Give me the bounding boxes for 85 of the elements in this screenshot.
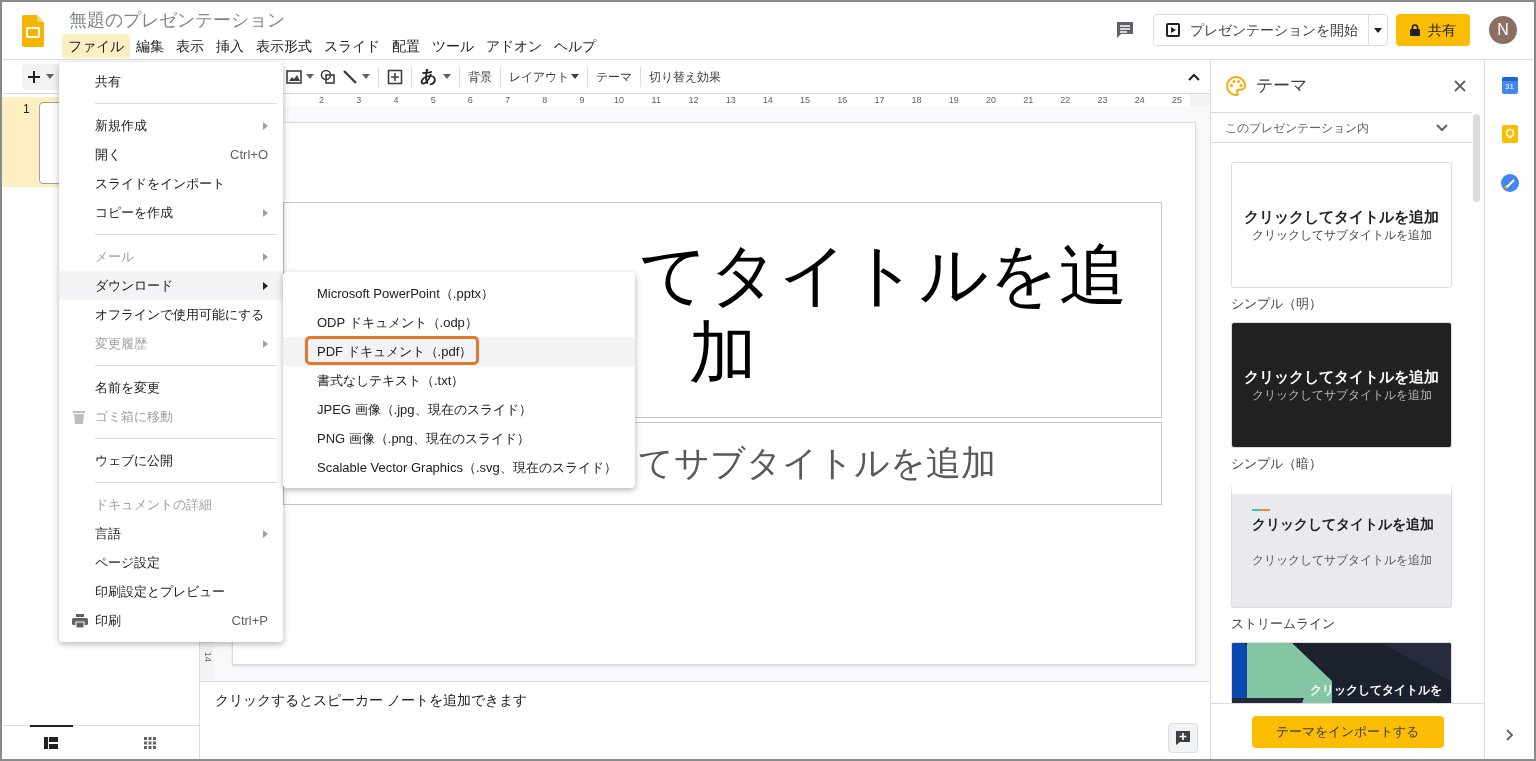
theme-card[interactable]: クリックしてタイトルを bbox=[1231, 642, 1452, 703]
toolbar-button[interactable]: レイアウト bbox=[506, 64, 582, 89]
ruler-number: 14 bbox=[201, 652, 214, 662]
toolbar-button[interactable]: テーマ bbox=[593, 64, 635, 89]
ruler-number: 15 bbox=[799, 94, 812, 106]
ruler-number: 4 bbox=[392, 94, 400, 106]
menu-bar-item[interactable]: 表示形式 bbox=[250, 34, 318, 58]
menu-bar-item[interactable]: 挿入 bbox=[210, 34, 250, 58]
ruler-number: 18 bbox=[910, 94, 923, 106]
theme-name: シンプル（暗） bbox=[1231, 457, 1323, 471]
title-text-line: 加 bbox=[688, 313, 757, 391]
ruler-number: 17 bbox=[873, 94, 886, 106]
share-button[interactable]: 共有 bbox=[1396, 14, 1470, 46]
menu-item[interactable]: 名前を変更 bbox=[59, 373, 283, 402]
panel-title: テーマ bbox=[1256, 75, 1307, 98]
menu-item[interactable]: ダウンロード bbox=[59, 271, 283, 300]
menu-item[interactable]: コピーを作成 bbox=[59, 198, 283, 227]
card-title: クリックしてタイトルを追加 bbox=[1244, 367, 1439, 387]
ruler-number: 20 bbox=[984, 94, 997, 106]
input-tools-button[interactable]: あ bbox=[417, 64, 454, 89]
ruler-number: 11 bbox=[650, 94, 662, 106]
menu-item[interactable]: Scalable Vector Graphics（.svg、現在のスライド） bbox=[283, 453, 635, 482]
ruler-number: 21 bbox=[1022, 94, 1035, 106]
menu-item[interactable]: 印刷設定とプレビュー bbox=[59, 577, 283, 606]
menu-bar-item[interactable]: スライド bbox=[318, 34, 386, 58]
menu-bar-item[interactable]: ヘルプ bbox=[548, 34, 602, 58]
menu-bar-item[interactable]: 表示 bbox=[170, 34, 210, 58]
theme-card[interactable]: クリックしてタイトルを追加 クリックしてサブタイトルを追加 bbox=[1231, 482, 1452, 608]
menu-item[interactable]: 言語 bbox=[59, 519, 283, 548]
calendar-icon[interactable]: 31 bbox=[1501, 77, 1518, 94]
menu-item[interactable]: Microsoft PowerPoint（.pptx） bbox=[283, 279, 635, 308]
ruler-number: 5 bbox=[429, 94, 437, 106]
menu-bar-item[interactable]: ファイル bbox=[62, 34, 130, 58]
present-button[interactable]: プレゼンテーションを開始 bbox=[1154, 15, 1368, 45]
toolbar-button[interactable]: 切り替え効果 bbox=[646, 64, 724, 89]
ruler-number: 8 bbox=[541, 94, 549, 106]
menu-item[interactable]: ODP ドキュメント（.odp） bbox=[283, 308, 635, 337]
ruler-number: 3 bbox=[355, 94, 363, 106]
menu-item[interactable]: ウェブに公開 bbox=[59, 446, 283, 475]
menu-item[interactable]: 書式なしテキスト（.txt） bbox=[283, 366, 635, 395]
ruler-number: 2 bbox=[318, 94, 326, 106]
menu-bar-item[interactable]: 編集 bbox=[130, 34, 170, 58]
card-subtitle: クリックしてサブタイトルを追加 bbox=[1251, 227, 1432, 243]
toolbar-button[interactable]: 背景 bbox=[465, 64, 495, 89]
document-title[interactable]: 無題のプレゼンテーション bbox=[62, 8, 602, 32]
speaker-notes-field[interactable]: クリックするとスピーカー ノートを追加できます bbox=[215, 690, 527, 711]
ruler-number: 12 bbox=[687, 94, 700, 106]
ruler-number: 24 bbox=[1133, 94, 1146, 106]
menu-item[interactable]: オフラインで使用可能にする bbox=[59, 300, 283, 329]
ruler-number: 23 bbox=[1096, 94, 1109, 106]
theme-filter-dropdown[interactable]: このプレゼンテーション内 bbox=[1211, 112, 1472, 143]
menu-item[interactable]: スライドをインポート bbox=[59, 169, 283, 198]
menu-item[interactable]: ページ設定 bbox=[59, 548, 283, 577]
menu-item[interactable]: PDF ドキュメント（.pdf） bbox=[283, 337, 635, 366]
theme-name: ストリームライン bbox=[1231, 617, 1336, 631]
ruler-number: 16 bbox=[836, 94, 849, 106]
card-subtitle: クリックしてサブタイトルを追加 bbox=[1252, 552, 1433, 568]
menu-item[interactable]: 開く Ctrl+O bbox=[59, 140, 283, 169]
card-title: クリックしてタイトルを bbox=[1310, 682, 1442, 699]
ruler-number: 13 bbox=[724, 94, 737, 106]
avatar[interactable]: N bbox=[1489, 16, 1517, 44]
theme-card[interactable]: クリックしてタイトルを追加 クリックしてサブタイトルを追加 bbox=[1231, 322, 1452, 448]
import-theme-button[interactable]: テーマをインポートする bbox=[1251, 715, 1444, 748]
ruler-number: 19 bbox=[947, 94, 960, 106]
menu-item[interactable]: 印刷 Ctrl+P bbox=[59, 606, 283, 635]
card-title: クリックしてタイトルを追加 bbox=[1244, 207, 1439, 227]
menu-item[interactable]: 共有 bbox=[59, 67, 283, 96]
card-title: クリックしてタイトルを追加 bbox=[1252, 515, 1435, 534]
ruler-number: 22 bbox=[1059, 94, 1072, 106]
ruler-number: 7 bbox=[504, 94, 512, 106]
ruler-number: 6 bbox=[466, 94, 474, 106]
menu-item[interactable]: PNG 画像（.png、現在のスライド） bbox=[283, 424, 635, 453]
menu-bar-item[interactable]: アドオン bbox=[480, 34, 548, 58]
ruler-number: 9 bbox=[578, 94, 586, 106]
menu-bar-item[interactable]: 配置 bbox=[386, 34, 426, 58]
ruler-number: 25 bbox=[1170, 94, 1183, 106]
slide-number: 1 bbox=[23, 101, 31, 118]
menu-bar-item[interactable]: ツール bbox=[426, 34, 480, 58]
ruler-number: 14 bbox=[761, 94, 774, 106]
theme-card[interactable]: クリックしてタイトルを追加 クリックしてサブタイトルを追加 bbox=[1231, 162, 1452, 288]
theme-name: シンプル（明） bbox=[1231, 297, 1323, 311]
ruler-number: 10 bbox=[613, 94, 626, 106]
menu-item[interactable]: 新規作成 bbox=[59, 111, 283, 140]
title-text-line: てタイトルを追 bbox=[639, 235, 1127, 313]
card-subtitle: クリックしてサブタイトルを追加 bbox=[1251, 387, 1432, 403]
